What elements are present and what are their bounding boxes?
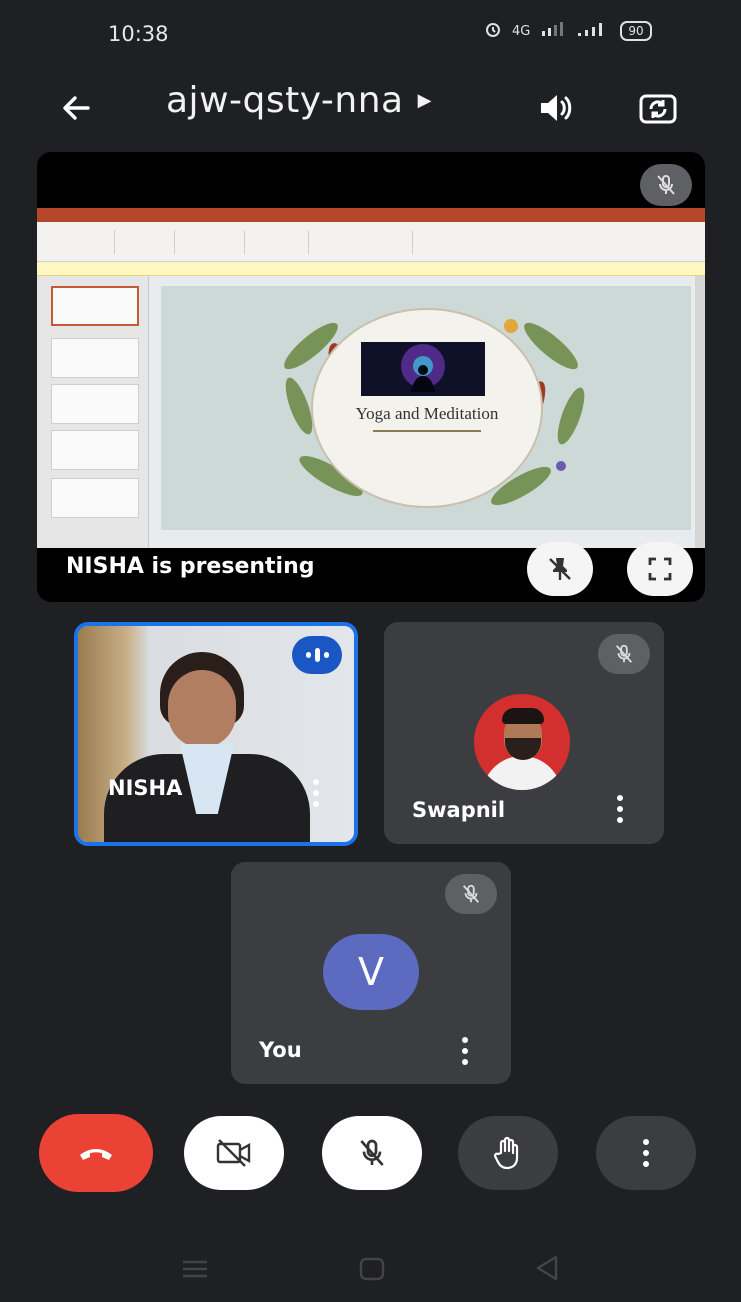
home-icon[interactable] xyxy=(358,1256,386,1286)
participant-tile-swapnil[interactable]: Swapnil xyxy=(384,622,664,844)
slide-thumbnail xyxy=(51,478,139,518)
more-options-icon[interactable] xyxy=(455,1034,475,1068)
shared-screen: Yoga and Meditation xyxy=(37,208,705,548)
slide-title: Yoga and Meditation xyxy=(355,404,499,423)
more-options-icon xyxy=(636,1136,656,1170)
signal-icon xyxy=(576,21,610,41)
more-options-icon[interactable] xyxy=(306,776,326,810)
participant-name: Swapnil xyxy=(412,798,506,822)
more-options-button[interactable] xyxy=(596,1116,696,1190)
mic-toggle-button[interactable] xyxy=(322,1116,422,1190)
raise-hand-icon xyxy=(493,1136,519,1170)
meditation-image xyxy=(361,342,485,396)
ppt-titlebar xyxy=(37,208,705,222)
participant-video-face xyxy=(168,670,236,748)
data-4g-icon: 4G xyxy=(512,23,531,39)
mic-off-icon xyxy=(640,164,692,206)
ppt-ribbon xyxy=(37,222,705,262)
slide-canvas: Yoga and Meditation xyxy=(161,286,691,530)
mic-off-icon xyxy=(360,1139,384,1166)
slide-thumbnail xyxy=(51,430,139,470)
switch-camera-icon[interactable] xyxy=(630,80,686,136)
avatar xyxy=(474,694,570,790)
camera-off-icon xyxy=(216,1139,251,1167)
slide-thumbnail xyxy=(51,286,139,326)
unpin-button[interactable] xyxy=(527,542,593,596)
raise-hand-button[interactable] xyxy=(458,1116,558,1190)
speaking-indicator-icon xyxy=(292,636,342,674)
camera-toggle-button[interactable] xyxy=(184,1116,284,1190)
mic-off-icon xyxy=(445,874,497,914)
ppt-scrollbar xyxy=(695,276,705,548)
participant-tile-you[interactable]: V You xyxy=(231,862,511,1084)
participant-name: NISHA xyxy=(108,776,183,800)
speaker-icon[interactable] xyxy=(530,82,582,134)
participant-name: You xyxy=(259,1038,302,1062)
meeting-code[interactable]: ajw-qsty-nna xyxy=(166,80,404,121)
fullscreen-icon xyxy=(648,557,672,581)
volte-signal-icon xyxy=(540,21,566,41)
presenting-label: NISHA is presenting xyxy=(66,554,315,579)
ppt-notice-bar xyxy=(37,262,705,276)
status-icons: 4G 90 xyxy=(484,20,652,42)
slide-divider xyxy=(373,430,481,432)
unpin-icon xyxy=(549,558,571,580)
meeting-code-title[interactable]: ajw-qsty-nna ▶ xyxy=(166,80,432,121)
slide-thumbnail xyxy=(51,384,139,424)
status-time: 10:38 xyxy=(108,22,169,46)
slide-thumbnails xyxy=(37,276,149,548)
recents-icon[interactable] xyxy=(180,1258,210,1284)
battery-indicator: 90 xyxy=(620,21,652,41)
slide-thumbnail xyxy=(51,338,139,378)
avatar: V xyxy=(323,934,419,1010)
fullscreen-button[interactable] xyxy=(627,542,693,596)
participant-tile-nisha[interactable]: NISHA xyxy=(74,622,358,846)
more-options-icon[interactable] xyxy=(610,792,630,826)
alarm-icon xyxy=(484,20,502,42)
caret-right-icon: ▶ xyxy=(417,90,432,111)
back-arrow-icon[interactable] xyxy=(50,82,102,134)
mic-off-icon xyxy=(598,634,650,674)
end-call-icon xyxy=(80,1149,112,1160)
end-call-button[interactable] xyxy=(39,1114,153,1192)
back-icon[interactable] xyxy=(534,1254,560,1286)
